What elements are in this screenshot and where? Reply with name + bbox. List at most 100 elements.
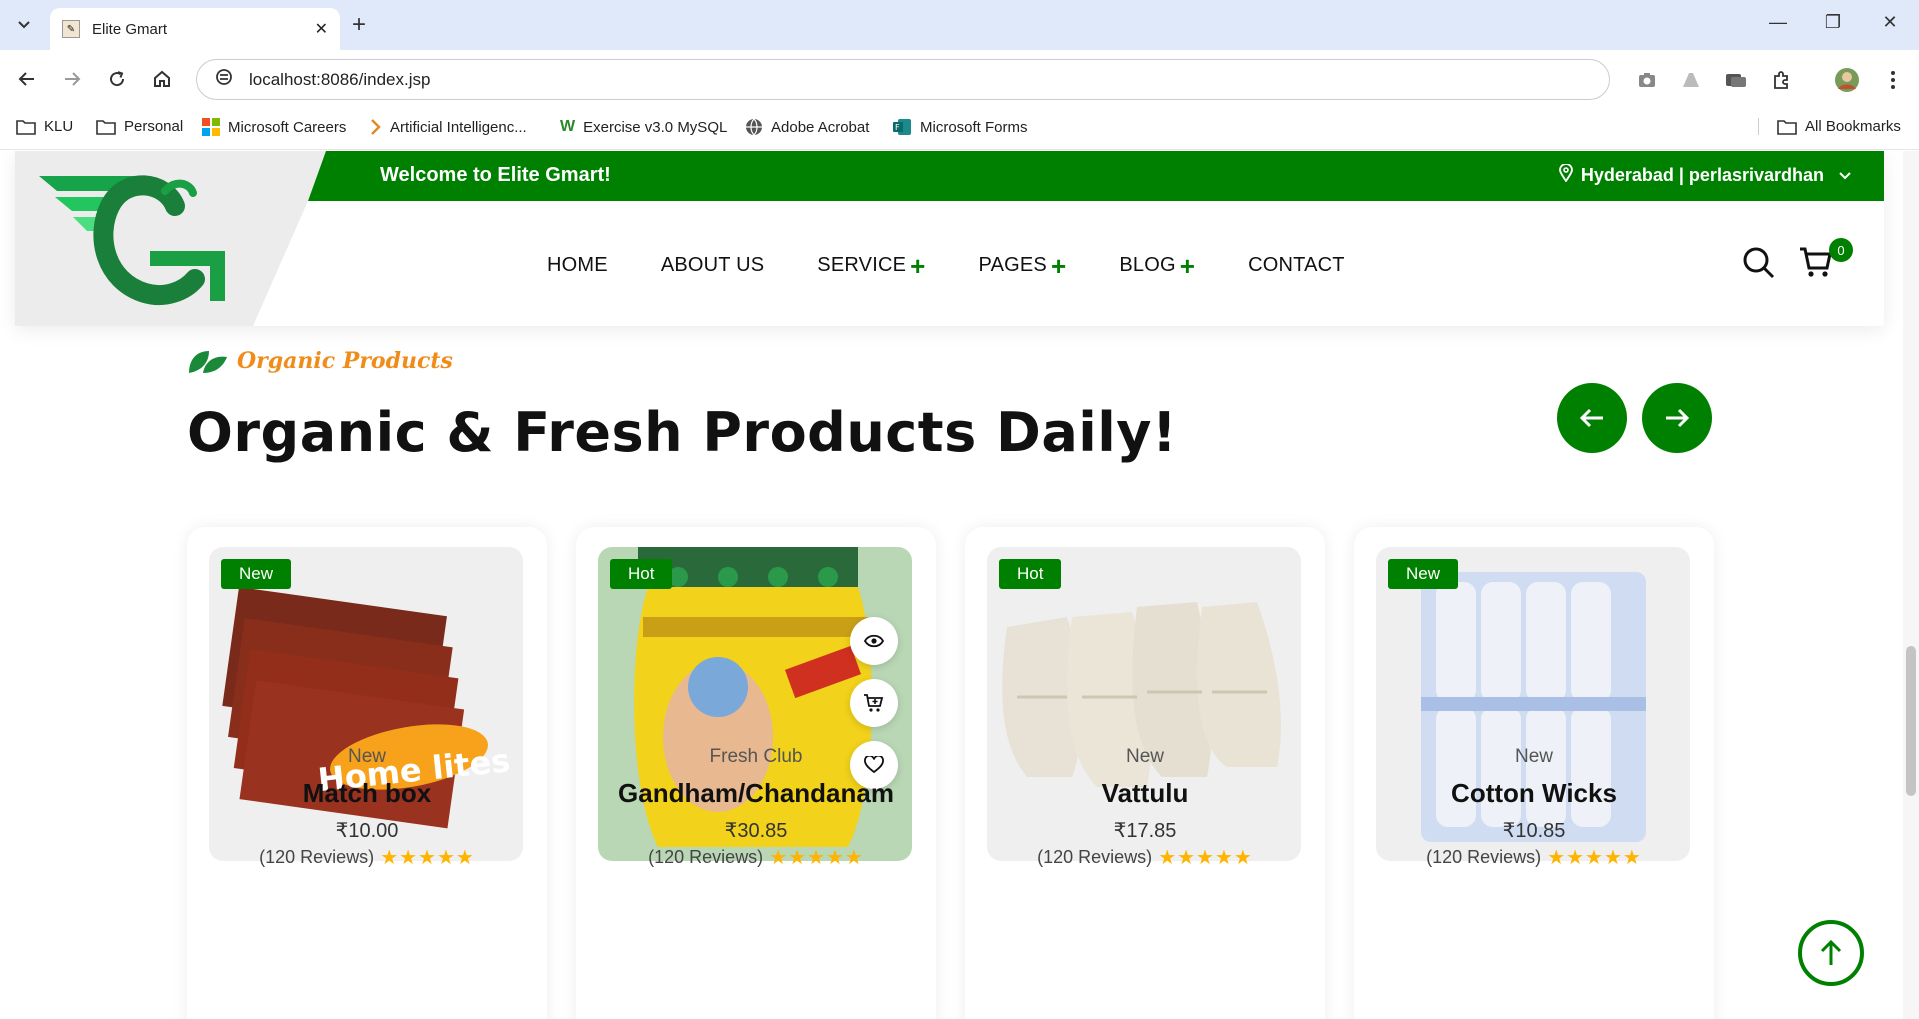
search-button[interactable] [1742, 246, 1776, 285]
review-count: (120 Reviews) [1426, 847, 1542, 867]
star-rating-icon: ★★★★★ [380, 847, 475, 869]
back-to-top-button[interactable] [1798, 920, 1864, 986]
all-bookmarks-label: All Bookmarks [1805, 118, 1901, 135]
quick-view-button[interactable] [850, 617, 898, 665]
nav-home[interactable]: HOME [547, 254, 608, 277]
nav-blog[interactable]: BLOG + [1119, 250, 1196, 281]
nav-label: HOME [547, 254, 608, 276]
scrollbar-thumb[interactable] [1906, 646, 1916, 796]
product-category: New [347, 746, 386, 767]
media-icon[interactable] [1723, 67, 1749, 93]
eye-icon [864, 634, 884, 648]
product-rating: (120 Reviews) ★★★★★ [576, 845, 936, 870]
home-button[interactable] [147, 64, 177, 94]
browser-tab[interactable]: ✎ Elite Gmart ✕ [50, 8, 340, 50]
product-image-vattulu[interactable]: Hot [987, 547, 1301, 861]
carousel-prev-button[interactable] [1557, 383, 1627, 453]
favicon-icon: ✎ [62, 20, 80, 38]
minimize-button[interactable]: — [1763, 12, 1793, 33]
chevron-down-icon [18, 21, 30, 29]
bookmark-link[interactable]: Adobe Acrobat [745, 118, 869, 136]
nav-pages[interactable]: PAGES + [979, 250, 1067, 281]
browser-toolbar [0, 50, 1919, 108]
browser-tab-bar: ✎ Elite Gmart ✕ + — ❐ ✕ [0, 0, 1919, 50]
product-rating: (120 Reviews) ★★★★★ [187, 845, 547, 870]
bookmark-label: Microsoft Careers [228, 118, 347, 136]
forms-logo-icon: F [892, 118, 912, 136]
site-header: Welcome to Elite Gmart! Hyderabad | perl… [15, 151, 1884, 326]
product-name[interactable]: Vattulu [965, 778, 1325, 809]
product-image-gandham[interactable]: Hot [598, 547, 912, 861]
location-text: Hyderabad | perlasrivardhan [1580, 165, 1824, 185]
main-nav: HOME ABOUT US SERVICE + PAGES + BLOG + CONT… [547, 250, 1398, 281]
product-price: ₹17.85 [1113, 820, 1177, 842]
product-price: ₹30.85 [724, 820, 788, 842]
bookmark-label: Exercise v3.0 MySQL [583, 118, 728, 136]
close-tab-icon[interactable]: ✕ [315, 19, 328, 39]
map-pin-icon [1558, 163, 1573, 187]
new-tab-button[interactable]: + [352, 12, 366, 38]
tab-search-button[interactable] [8, 11, 40, 39]
product-image-matchbox[interactable]: Home lites New [209, 547, 523, 861]
product-badge: New [221, 559, 292, 589]
nav-about-us[interactable]: ABOUT US [661, 254, 764, 277]
plus-icon: + [1179, 250, 1196, 281]
restore-button[interactable]: ❐ [1818, 12, 1848, 33]
arrow-up-icon [1820, 939, 1842, 965]
cart-count-badge: 0 [1829, 238, 1853, 262]
elite-gmart-logo[interactable] [15, 151, 255, 326]
site-info-icon[interactable] [215, 68, 233, 91]
arrow-left-icon [1579, 408, 1603, 428]
avatar[interactable] [1834, 67, 1860, 93]
bookmark-label: Artificial Intelligenc... [390, 118, 527, 136]
bookmark-link[interactable]: Microsoft Careers [202, 118, 346, 136]
nav-contact[interactable]: CONTACT [1248, 254, 1345, 277]
close-window-button[interactable]: ✕ [1875, 12, 1905, 33]
address-bar[interactable] [196, 59, 1610, 100]
bookmark-link[interactable]: W Exercise v3.0 MySQL [560, 118, 727, 136]
product-card[interactable]: New [1354, 527, 1714, 1019]
folder-icon [96, 119, 116, 135]
w-logo-icon: W [560, 118, 576, 135]
location-selector[interactable]: Hyderabad | perlasrivardhan [1558, 163, 1852, 187]
more-menu-icon[interactable] [1880, 67, 1906, 93]
bookmark-folder[interactable]: Personal [96, 118, 183, 135]
svg-text:F: F [895, 123, 900, 132]
product-name[interactable]: Gandham/Chandanam [576, 778, 936, 809]
product-card[interactable]: Hot [576, 527, 936, 1019]
puzzle-icon[interactable] [1768, 67, 1794, 93]
product-image-cotton-wicks[interactable]: New [1376, 547, 1690, 861]
chevron-down-icon [1838, 165, 1852, 186]
product-name[interactable]: Cotton Wicks [1354, 778, 1714, 809]
chevron-right-icon [370, 118, 382, 136]
product-badge: Hot [999, 559, 1062, 589]
bookmark-folder[interactable]: KLU [16, 118, 73, 135]
page-scrollbar[interactable] [1903, 151, 1919, 1019]
product-card[interactable]: Home lites New [187, 527, 547, 1019]
plus-icon: + [1050, 250, 1067, 281]
add-to-cart-button[interactable] [850, 679, 898, 727]
bookmark-link[interactable]: F Microsoft Forms [892, 118, 1028, 136]
star-rating-icon: ★★★★★ [1547, 847, 1642, 869]
product-price: ₹10.85 [1502, 820, 1566, 842]
product-card[interactable]: Hot [965, 527, 1325, 1019]
url-input[interactable] [249, 69, 1549, 90]
back-button[interactable] [12, 64, 42, 94]
section-tag: Organic Products [187, 347, 453, 375]
bookmark-label: KLU [44, 118, 74, 135]
nav-label: SERVICE [817, 254, 907, 276]
screenshot-icon[interactable] [1634, 67, 1660, 93]
reload-button[interactable] [102, 64, 132, 94]
forward-button[interactable] [57, 64, 87, 94]
review-count: (120 Reviews) [1037, 847, 1153, 867]
folder-icon [1777, 119, 1797, 135]
product-name[interactable]: Match box [187, 778, 547, 809]
extension-icon[interactable] [1678, 67, 1704, 93]
nav-service[interactable]: SERVICE + [817, 253, 925, 279]
all-bookmarks-button[interactable]: All Bookmarks [1758, 118, 1901, 135]
carousel-next-button[interactable] [1642, 383, 1712, 453]
nav-label: ABOUT US [660, 254, 765, 276]
bookmark-link[interactable]: Artificial Intelligenc... [370, 118, 527, 136]
product-category: Fresh Club [709, 746, 803, 767]
microsoft-logo-icon [202, 118, 220, 136]
